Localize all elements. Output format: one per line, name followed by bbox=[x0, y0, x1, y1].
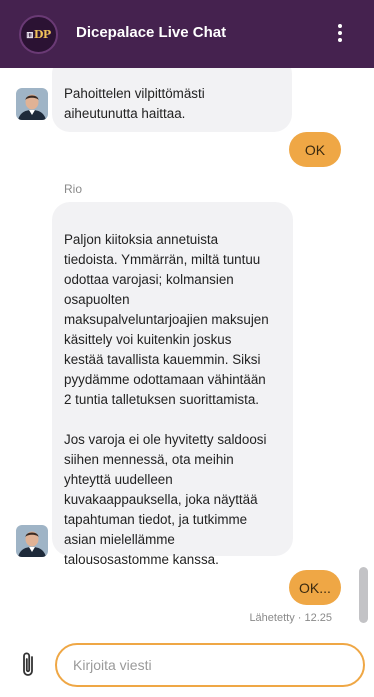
paperclip-icon[interactable] bbox=[17, 650, 39, 680]
message-input[interactable] bbox=[55, 643, 365, 687]
message-composer bbox=[0, 633, 374, 697]
agent-message-bubble: Paljon kiitoksia annetuista tiedoista. Y… bbox=[52, 202, 293, 567]
chat-header: ⚅ DP Dicepalace Live Chat bbox=[0, 0, 374, 68]
user-message-text: OK... bbox=[299, 579, 331, 596]
chat-scrollbar[interactable] bbox=[359, 567, 368, 623]
chat-title: Dicepalace Live Chat bbox=[76, 24, 227, 41]
user-message-bubble: OK... bbox=[289, 570, 341, 605]
logo-text: DP bbox=[33, 28, 51, 41]
dicepalace-logo: ⚅ DP bbox=[19, 15, 58, 54]
sender-name: Rio bbox=[64, 182, 83, 196]
user-message-bubble: OK bbox=[289, 132, 341, 167]
delivery-status: Lähetetty · 12.25 bbox=[249, 612, 332, 624]
user-message-text: OK bbox=[304, 141, 326, 158]
dice-icon: ⚅ bbox=[26, 29, 33, 40]
agent-message-text: Paljon kiitoksia annetuista tiedoista. Y… bbox=[64, 232, 269, 567]
agent-message-bubble: Pahoittelen vilpittömästi aiheutunutta h… bbox=[52, 68, 292, 132]
agent-avatar bbox=[16, 525, 48, 557]
agent-avatar bbox=[16, 88, 48, 120]
vertical-dots-menu-icon[interactable] bbox=[331, 20, 349, 46]
agent-message-text: Pahoittelen vilpittömästi aiheutunutta h… bbox=[64, 86, 205, 121]
message-list[interactable]: Pahoittelen vilpittömästi aiheutunutta h… bbox=[0, 68, 374, 633]
